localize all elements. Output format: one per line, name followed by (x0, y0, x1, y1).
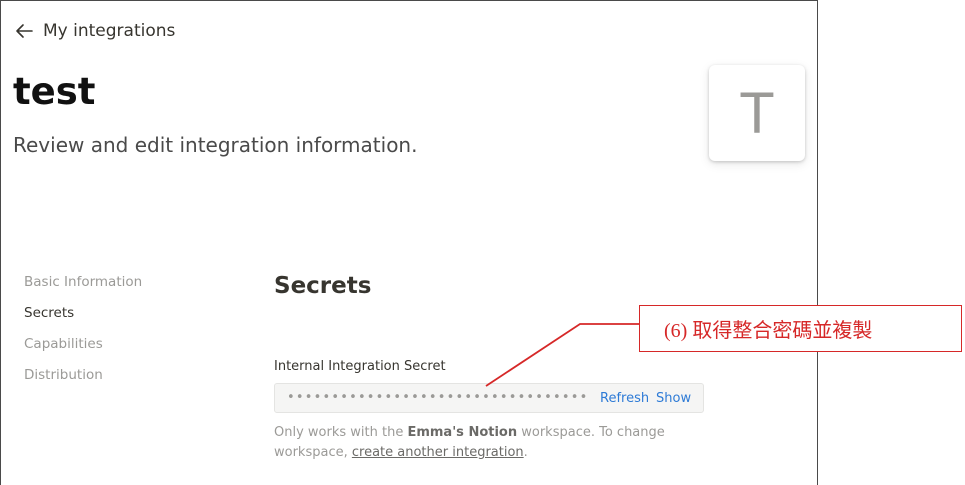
nav-item-distribution[interactable]: Distribution (24, 364, 142, 395)
secret-field[interactable]: •••••••••••••••••••••••••••••••••••• Ref… (274, 383, 704, 413)
back-link[interactable]: My integrations (15, 21, 175, 41)
refresh-button[interactable]: Refresh (600, 391, 649, 406)
masked-secret: •••••••••••••••••••••••••••••••••••• (287, 390, 587, 405)
settings-nav: Basic Information Secrets Capabilities D… (24, 271, 142, 395)
section-title: Secrets (274, 273, 372, 299)
page-title: test (13, 70, 96, 113)
create-integration-link[interactable]: create another integration (352, 445, 524, 460)
show-button[interactable]: Show (656, 391, 691, 406)
help-suffix: . (523, 445, 528, 460)
nav-item-secrets[interactable]: Secrets (24, 302, 142, 333)
page-subtitle: Review and edit integration information. (13, 133, 418, 157)
nav-item-basic-information[interactable]: Basic Information (24, 271, 142, 302)
back-link-label: My integrations (43, 21, 176, 41)
integration-page: My integrations test Review and edit int… (0, 0, 818, 485)
secret-help-text: Only works with the Emma's Notion worksp… (274, 423, 704, 463)
integration-avatar[interactable]: T (709, 65, 805, 161)
help-prefix: Only works with the (274, 425, 408, 440)
secret-field-label: Internal Integration Secret (274, 359, 446, 374)
workspace-name: Emma's Notion (407, 425, 518, 440)
nav-item-capabilities[interactable]: Capabilities (24, 333, 142, 364)
arrow-left-icon (16, 24, 33, 38)
annotation-callout: (6) 取得整合密碼並複製 (639, 305, 962, 352)
